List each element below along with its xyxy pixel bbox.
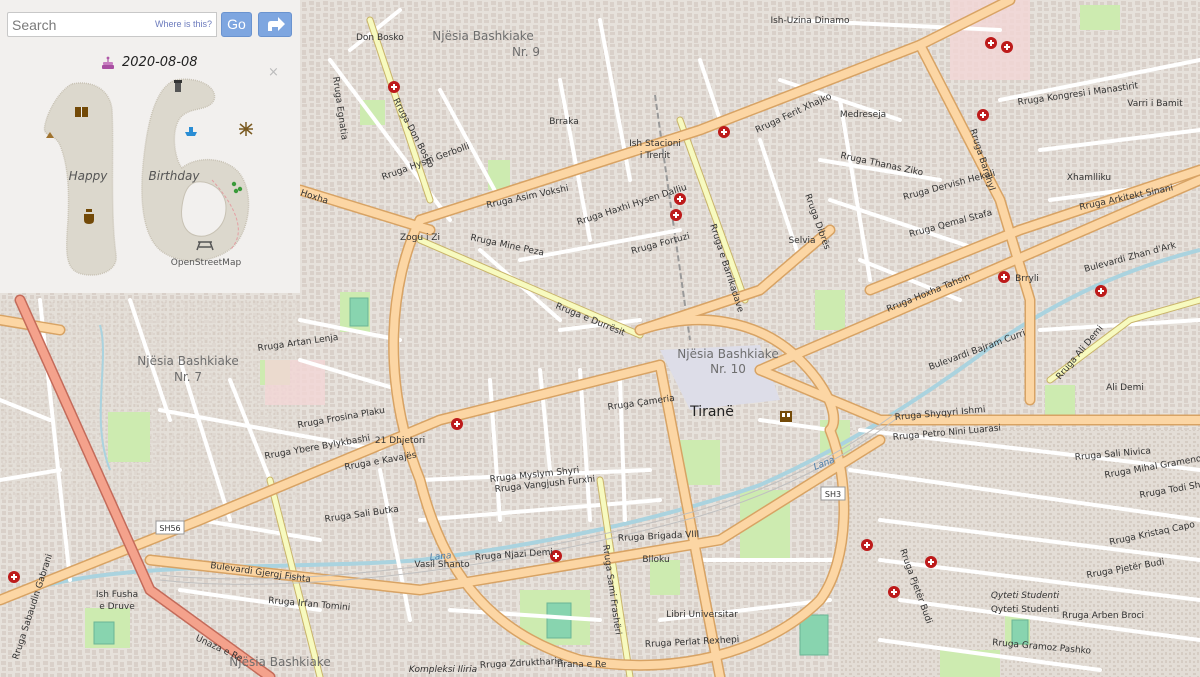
svg-text:Kompleksi Iliria: Kompleksi Iliria xyxy=(409,665,477,675)
svg-text:Ish Fusha: Ish Fusha xyxy=(96,590,138,600)
road-ref-label: SH56 xyxy=(159,524,180,533)
birthday-art: Happy Birthday OpenStreetMap xyxy=(43,78,253,276)
hospital-icon xyxy=(670,209,682,221)
svg-text:Rruga Arben Broci: Rruga Arben Broci xyxy=(1062,611,1144,621)
svg-text:Don Bosko: Don Bosko xyxy=(356,33,404,43)
castle-icon xyxy=(780,411,792,422)
svg-text:Njësia Bashkiake: Njësia Bashkiake xyxy=(677,347,778,361)
hospital-icon xyxy=(8,571,20,583)
hospital-icon xyxy=(451,418,463,430)
search-bar: Where is this? xyxy=(7,12,217,37)
hospital-icon xyxy=(388,81,400,93)
hospital-icon xyxy=(985,37,997,49)
hospital-icon xyxy=(888,586,900,598)
svg-text:Varri i Bamit: Varri i Bamit xyxy=(1127,99,1183,109)
svg-text:Zogu i Zi: Zogu i Zi xyxy=(400,233,440,243)
road-shield: SH56 xyxy=(155,520,185,535)
birthday-label: Birthday xyxy=(149,169,201,183)
hospital-icon xyxy=(998,271,1010,283)
svg-text:Njësia Bashkiake: Njësia Bashkiake xyxy=(432,29,533,43)
happy-label: Happy xyxy=(69,169,109,183)
svg-text:Njësia Bashkiake: Njësia Bashkiake xyxy=(137,354,238,368)
hospital-icon xyxy=(1001,41,1013,53)
hospital-icon xyxy=(1095,285,1107,297)
search-panel: Where is this? Go 2020-08-08 × Ha xyxy=(0,0,300,293)
svg-text:21 Dhjetori: 21 Dhjetori xyxy=(375,436,425,446)
svg-text:Nr. 7: Nr. 7 xyxy=(174,370,202,384)
svg-text:i Trenit: i Trenit xyxy=(640,151,671,161)
svg-text:Ish Stacioni: Ish Stacioni xyxy=(629,139,681,149)
svg-text:Lana: Lana xyxy=(429,551,452,563)
boat-icon xyxy=(185,127,197,136)
svg-text:Blloku: Blloku xyxy=(642,555,669,565)
svg-text:Brraka: Brraka xyxy=(549,117,579,127)
svg-text:Brryli: Brryli xyxy=(1015,274,1039,284)
directions-button[interactable] xyxy=(258,12,292,37)
svg-text:Selvia: Selvia xyxy=(788,236,815,246)
hospital-icon xyxy=(861,539,873,551)
svg-text:Ali Demi: Ali Demi xyxy=(1106,383,1144,393)
svg-text:Nr. 9: Nr. 9 xyxy=(512,45,540,59)
where-is-this-link[interactable]: Where is this? xyxy=(155,19,212,29)
hospital-icon xyxy=(977,109,989,121)
svg-text:Xhamlliku: Xhamlliku xyxy=(1067,173,1111,183)
svg-text:Qyteti Studenti: Qyteti Studenti xyxy=(991,605,1059,615)
svg-text:Medreseja: Medreseja xyxy=(840,110,886,120)
digit-six-hole xyxy=(181,181,227,237)
hospital-icon xyxy=(718,126,730,138)
svg-text:Nr. 10: Nr. 10 xyxy=(710,362,746,376)
cake-icon xyxy=(102,56,114,69)
city-label: Tiranë xyxy=(689,404,734,420)
date-label: 2020-08-08 xyxy=(122,55,198,70)
directions-icon xyxy=(268,17,285,31)
road-shield: SH3 xyxy=(820,486,846,501)
go-button[interactable]: Go xyxy=(221,12,252,37)
svg-text:e Druve: e Druve xyxy=(99,602,135,612)
search-input[interactable] xyxy=(8,13,162,36)
road-ref-label: SH3 xyxy=(825,490,841,499)
lighthouse-icon xyxy=(174,80,182,92)
hospital-icon xyxy=(925,556,937,568)
svg-text:Qyteti Studenti: Qyteti Studenti xyxy=(991,591,1060,601)
windmill-icon xyxy=(239,122,253,136)
book-icon xyxy=(75,107,88,117)
svg-text:Libri Universitar: Libri Universitar xyxy=(666,610,738,620)
osm-credit-label: OpenStreetMap xyxy=(171,258,242,268)
svg-text:Njësia Bashkiake: Njësia Bashkiake xyxy=(229,655,330,669)
svg-text:Ish-Uzina Dinamo: Ish-Uzina Dinamo xyxy=(770,16,850,26)
